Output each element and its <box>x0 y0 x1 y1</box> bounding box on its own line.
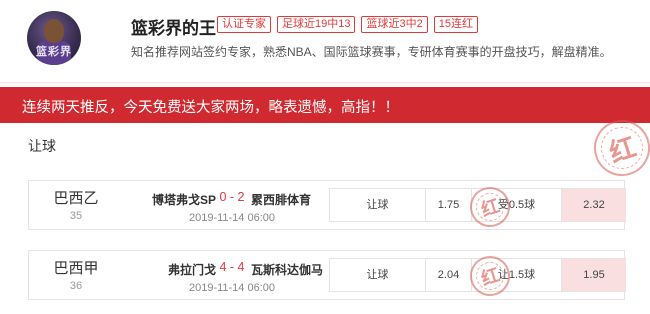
avatar-watermark: 篮彩界 <box>36 46 72 58</box>
match-time: 2019-11-14 06:00 <box>188 282 276 294</box>
home-odds: 2.04 <box>425 259 471 291</box>
picked-odds: 2.32 <box>561 189 626 221</box>
expert-name: 篮彩界的王 <box>131 19 216 38</box>
section-title: 让球 <box>28 138 56 154</box>
red-stamp-icon: 红 <box>586 112 650 184</box>
expert-bio: 知名推荐网站签约专家，熟悉NBA、国际篮球赛事，专研体育赛事的开盘技巧，解盘精准… <box>131 45 612 59</box>
match-score: 0 - 2 <box>219 190 245 204</box>
banner-text: 连续两天推反，今天免费送大家两场，略表遗憾，高指！！ <box>22 100 399 116</box>
promo-banner: 连续两天推反，今天免费送大家两场，略表遗憾，高指！！ <box>0 87 650 123</box>
badge-football-record: 足球近19中13 <box>277 16 356 33</box>
expert-profile: 篮彩界 篮彩界的王 认证专家 足球近19中13 篮球近3中2 15连红 知名推荐… <box>0 0 650 82</box>
bet-type: 让球 <box>329 259 425 291</box>
league-cell: 巴西乙 35 <box>29 181 123 229</box>
away-team: 累西腓体育 <box>251 193 312 207</box>
stamp-text: 红 <box>595 121 649 175</box>
match-time: 2019-11-14 06:00 <box>188 212 276 224</box>
home-odds: 1.75 <box>425 189 471 221</box>
divider <box>0 82 650 83</box>
home-team: 博塔弗戈SP <box>151 193 216 207</box>
league-number: 35 <box>69 210 83 222</box>
badge-basketball-record: 篮球近3中2 <box>361 16 428 33</box>
league-number: 36 <box>69 280 83 292</box>
avatar[interactable]: 篮彩界 <box>27 11 81 65</box>
match-card[interactable]: 巴西乙 35 博塔弗戈SP 0 - 2 累西腓体育 2019-11-14 06:… <box>28 180 626 230</box>
match-card[interactable]: 巴西甲 36 弗拉门戈 4 - 4 瓦斯科达伽马 2019-11-14 06:0… <box>28 250 626 300</box>
match-score: 4 - 4 <box>219 260 245 274</box>
match-info: 博塔弗戈SP 0 - 2 累西腓体育 2019-11-14 06:00 <box>125 181 339 229</box>
league-name: 巴西甲 <box>53 260 99 277</box>
home-team: 弗拉门戈 <box>167 263 216 277</box>
picked-odds: 1.95 <box>561 259 626 291</box>
stamp-text: 红 <box>471 257 509 295</box>
badge-streak: 15连红 <box>433 16 478 33</box>
stamp-text: 红 <box>471 188 509 226</box>
avatar-face <box>44 19 64 43</box>
badge-certified: 认证专家 <box>217 16 271 33</box>
league-cell: 巴西甲 36 <box>29 251 123 299</box>
league-name: 巴西乙 <box>53 190 99 207</box>
bet-type: 让球 <box>329 189 425 221</box>
away-team: 瓦斯科达伽马 <box>251 263 324 277</box>
match-info: 弗拉门戈 4 - 4 瓦斯科达伽马 2019-11-14 06:00 <box>125 251 339 299</box>
badge-list: 认证专家 足球近19中13 篮球近3中2 15连红 <box>217 16 478 33</box>
